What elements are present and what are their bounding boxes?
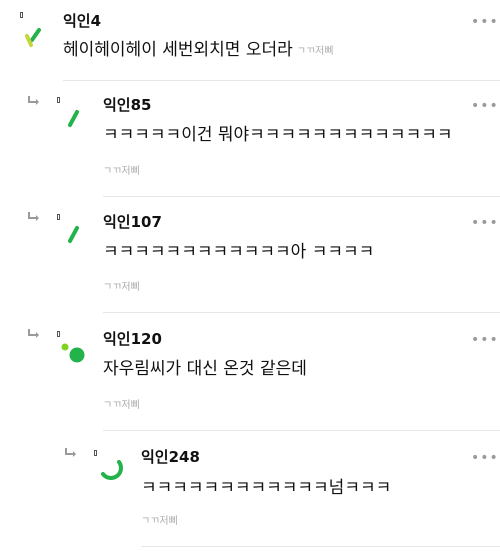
reply-arrow-icon <box>28 329 39 338</box>
comment-author[interactable]: 익인4 <box>63 12 101 30</box>
divider <box>103 196 500 197</box>
comment-text-content: 헤이헤이헤이 세번외치면 오더라 <box>63 40 293 60</box>
comment-text: ㅋㅋㅋㅋㅋㅋㅋㅋㅋㅋㅋㅋ아 ㅋㅋㅋㅋ <box>103 242 375 262</box>
divider <box>63 80 500 81</box>
reply-arrow-icon <box>65 448 76 457</box>
comment-text: 자우림씨가 대신 온것 같은데 <box>103 359 307 379</box>
comment-meta: ㄱㄲ저삐 <box>103 166 140 177</box>
comment-text: ㅋㅋㅋㅋㅋㅋㅋㅋㅋㅋㅋㅋ넘ㅋㅋㅋ <box>141 478 392 498</box>
more-options-icon[interactable]: ••• <box>471 99 499 113</box>
comment-author[interactable]: 익인107 <box>103 213 162 231</box>
comment-meta: ㄱㄲ저삐 <box>103 282 140 293</box>
divider <box>103 430 500 431</box>
comment-meta: ㄱㄲ저삐 <box>141 516 178 527</box>
avatar[interactable] <box>93 450 133 490</box>
divider <box>103 312 500 313</box>
comment-author[interactable]: 익인120 <box>103 330 162 348</box>
avatar-shapes-icon <box>68 226 79 243</box>
avatar[interactable] <box>18 18 58 58</box>
comment-author[interactable]: 익인248 <box>141 448 200 466</box>
avatar-shapes-icon <box>68 110 79 127</box>
avatar[interactable] <box>56 104 96 144</box>
avatar-shapes-icon <box>61 343 85 363</box>
more-options-icon[interactable]: ••• <box>471 451 499 465</box>
comment-meta: ㄱㄲ저삐 <box>103 400 140 411</box>
reply-arrow-icon <box>28 96 39 105</box>
avatar[interactable] <box>56 336 96 376</box>
avatar-shapes-icon <box>25 28 41 47</box>
divider <box>141 546 500 547</box>
avatar-shapes-icon <box>101 460 123 480</box>
more-options-icon[interactable]: ••• <box>471 15 499 29</box>
comment-text: ㅋㅋㅋㅋㅋ이건 뭐야ㅋㅋㅋㅋㅋㅋㅋㅋㅋㅋㅋㅋㅋ <box>103 125 453 145</box>
comment-text: 헤이헤이헤이 세번외치면 오더라 ㄱㄲ저삐 <box>63 39 334 61</box>
more-options-icon[interactable]: ••• <box>471 333 499 347</box>
comment-meta: ㄱㄲ저삐 <box>296 46 334 57</box>
comment-author[interactable]: 익인85 <box>103 96 151 114</box>
badge-icon <box>57 97 60 103</box>
avatar[interactable] <box>56 220 96 260</box>
more-options-icon[interactable]: ••• <box>471 216 499 230</box>
reply-arrow-icon <box>28 212 39 221</box>
